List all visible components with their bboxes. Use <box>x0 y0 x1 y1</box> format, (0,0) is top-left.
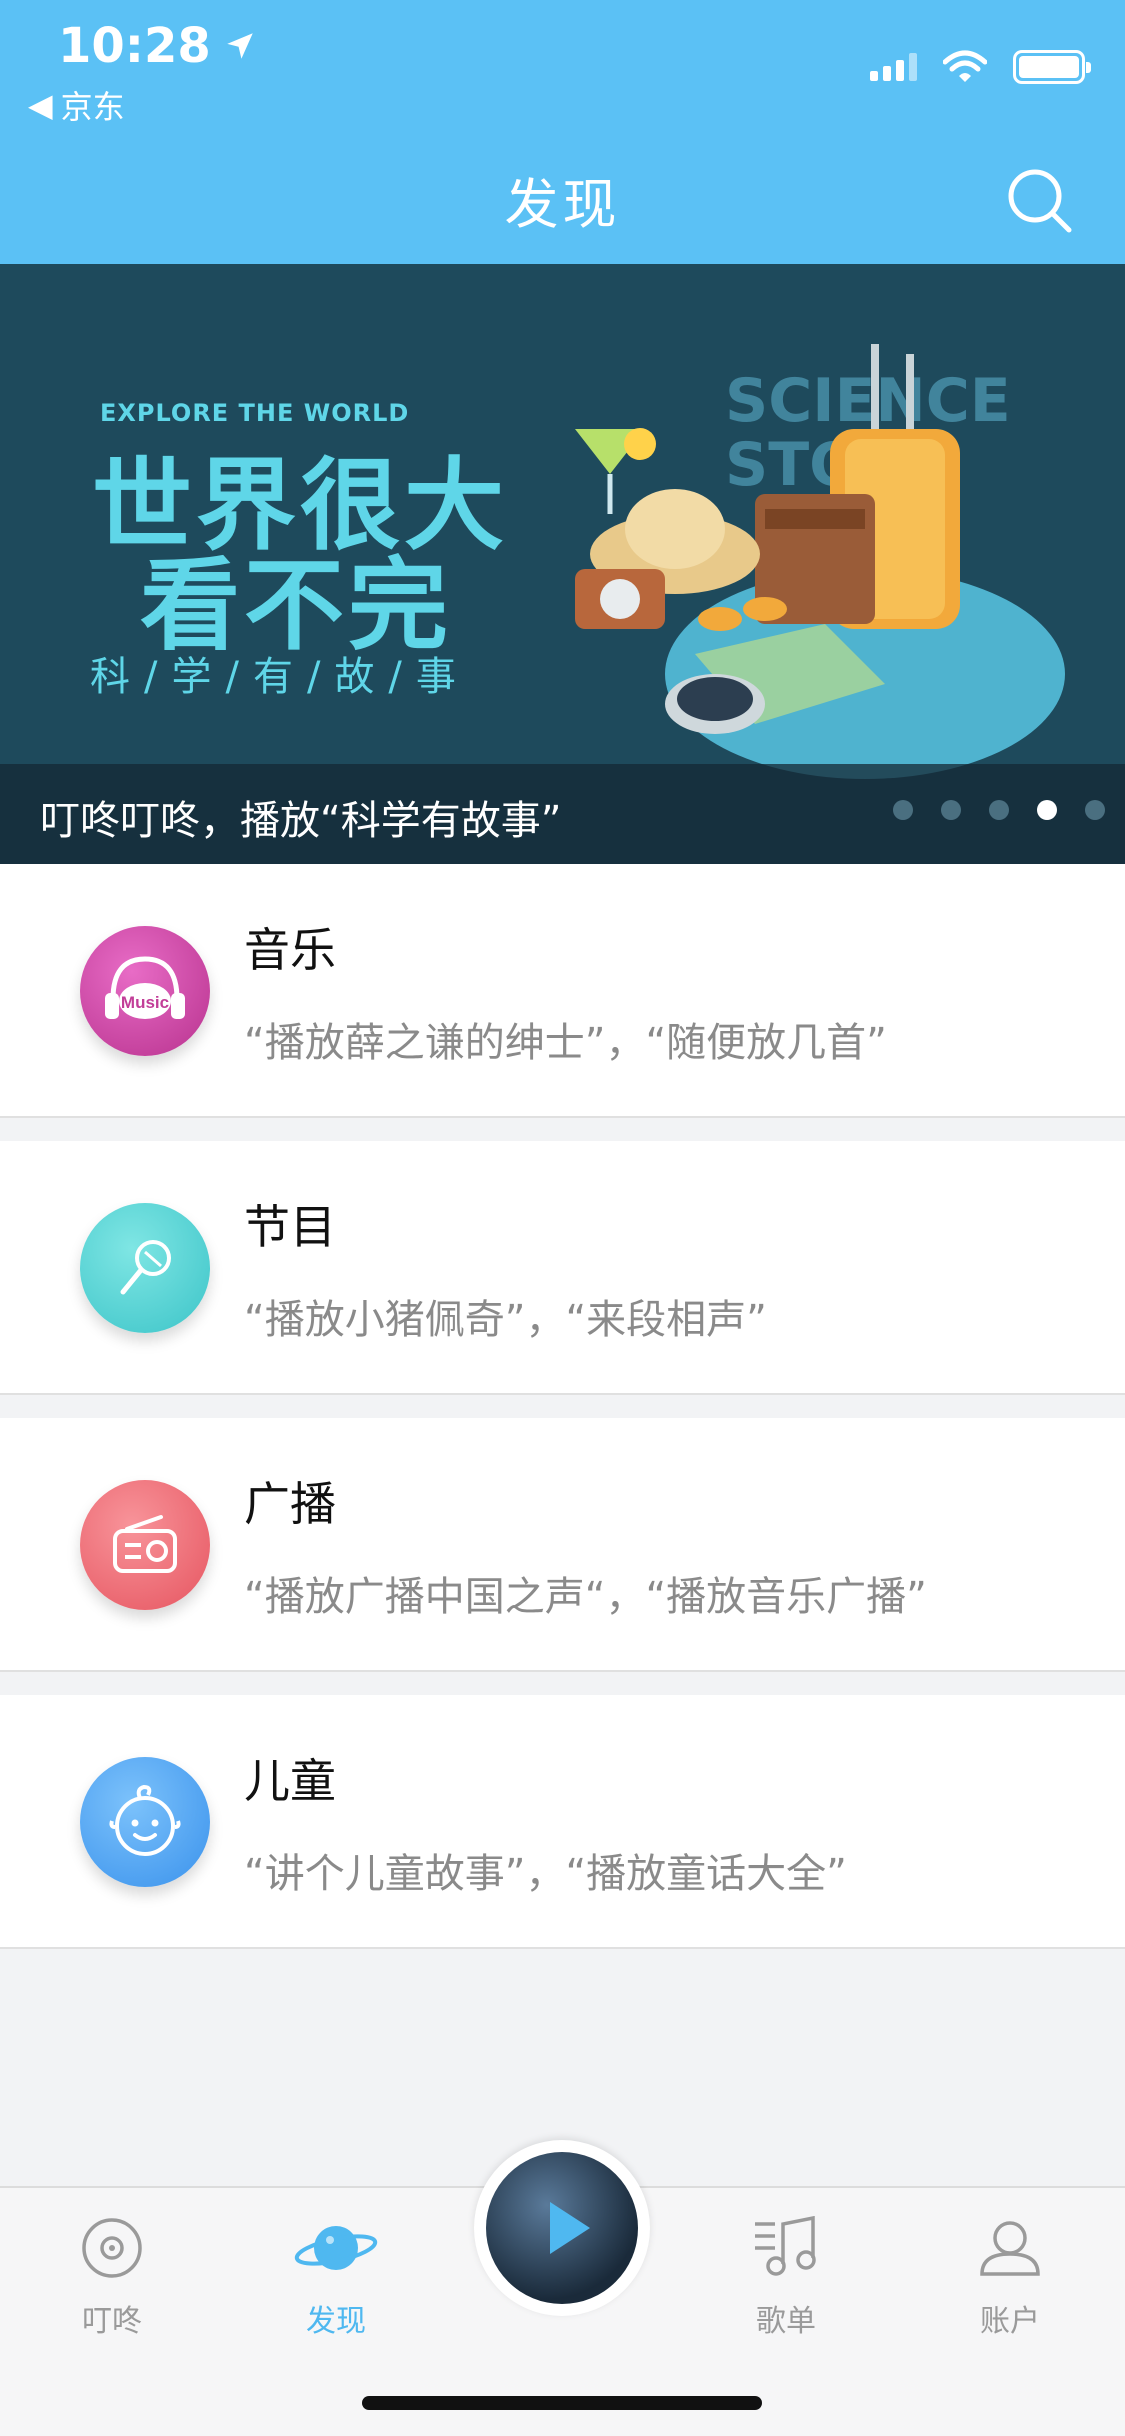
carousel-dot[interactable] <box>1085 800 1105 820</box>
status-time: 10:28 <box>58 18 257 74</box>
back-to-app-link[interactable]: ◀ 京东 <box>28 82 125 128</box>
category-description: “讲个儿童故事”，“播放童话大全” <box>244 1851 847 1897</box>
tab-label: 发现 <box>306 2304 366 2339</box>
category-title: 音乐 <box>244 923 336 977</box>
tab-playlist[interactable]: 歌单 <box>706 2208 866 2340</box>
back-arrow-icon: ◀ <box>28 86 53 124</box>
banner-caption-bar: 叮咚叮咚，播放“科学有故事” <box>0 764 1125 864</box>
banner-subtitle: 科/学/有/故/事 <box>90 654 470 700</box>
category-radio[interactable]: 广播 “播放广播中国之声“，“播放音乐广播” <box>0 1418 1125 1672</box>
category-programs[interactable]: 节目 “播放小猪佩奇”，“来段相声” <box>0 1141 1125 1395</box>
banner-caption: 叮咚叮咚，播放“科学有故事” <box>40 798 562 844</box>
music-icon: Music <box>80 926 210 1056</box>
music-list-icon <box>755 2216 816 2276</box>
battery-icon <box>1013 50 1091 84</box>
promo-banner[interactable]: EXPLORE THE WORLD 世界很大 看不完 科/学/有/故/事 SCI… <box>0 264 1125 864</box>
category-music[interactable]: Music 音乐 “播放薛之谦的绅士”，“随便放几首” <box>0 864 1125 1118</box>
category-title: 节目 <box>244 1200 336 1254</box>
header: 10:28 ◀ 京东 发现 <box>0 0 1125 264</box>
category-title: 儿童 <box>244 1754 336 1808</box>
travel-illustration <box>575 344 1065 779</box>
tab-label: 歌单 <box>756 2304 816 2339</box>
page-title: 发现 <box>504 173 621 236</box>
home-indicator[interactable] <box>362 2396 762 2410</box>
user-icon <box>980 2221 1040 2276</box>
wifi-icon <box>943 50 987 82</box>
location-arrow-icon <box>227 33 253 59</box>
back-app-label: 京东 <box>60 88 125 126</box>
clock: 10:28 <box>58 18 211 74</box>
cellular-signal-icon <box>870 53 917 81</box>
category-description: “播放小猪佩奇”，“来段相声” <box>244 1297 767 1343</box>
carousel-dot[interactable] <box>941 800 961 820</box>
tab-label: 账户 <box>980 2304 1040 2339</box>
carousel-dot-active[interactable] <box>1037 800 1057 820</box>
radio-icon <box>80 1480 210 1610</box>
microphone-icon <box>80 1203 210 1333</box>
baby-face-icon <box>80 1757 210 1887</box>
category-description: “播放广播中国之声“，“播放音乐广播” <box>244 1574 927 1620</box>
carousel-dots[interactable] <box>893 800 1105 820</box>
tab-discover[interactable]: 发现 <box>256 2208 416 2340</box>
now-playing-button[interactable] <box>486 2152 638 2304</box>
disc-icon <box>82 2218 142 2278</box>
svg-text:Music: Music <box>121 993 169 1012</box>
banner-en-text: EXPLORE THE WORLD <box>100 399 410 427</box>
category-title: 广播 <box>244 1477 336 1531</box>
search-icon[interactable] <box>1003 164 1075 236</box>
tab-account[interactable]: 账户 <box>930 2208 1090 2340</box>
status-icons <box>870 50 1091 84</box>
play-icon <box>550 2202 590 2254</box>
tab-dingdong[interactable]: 叮咚 <box>32 2208 192 2340</box>
category-description: “播放薛之谦的绅士”，“随便放几首” <box>244 1020 887 1066</box>
tab-label: 叮咚 <box>82 2304 142 2339</box>
carousel-dot[interactable] <box>989 800 1009 820</box>
carousel-dot[interactable] <box>893 800 913 820</box>
category-children[interactable]: 儿童 “讲个儿童故事”，“播放童话大全” <box>0 1695 1125 1949</box>
planet-icon <box>294 2226 378 2270</box>
